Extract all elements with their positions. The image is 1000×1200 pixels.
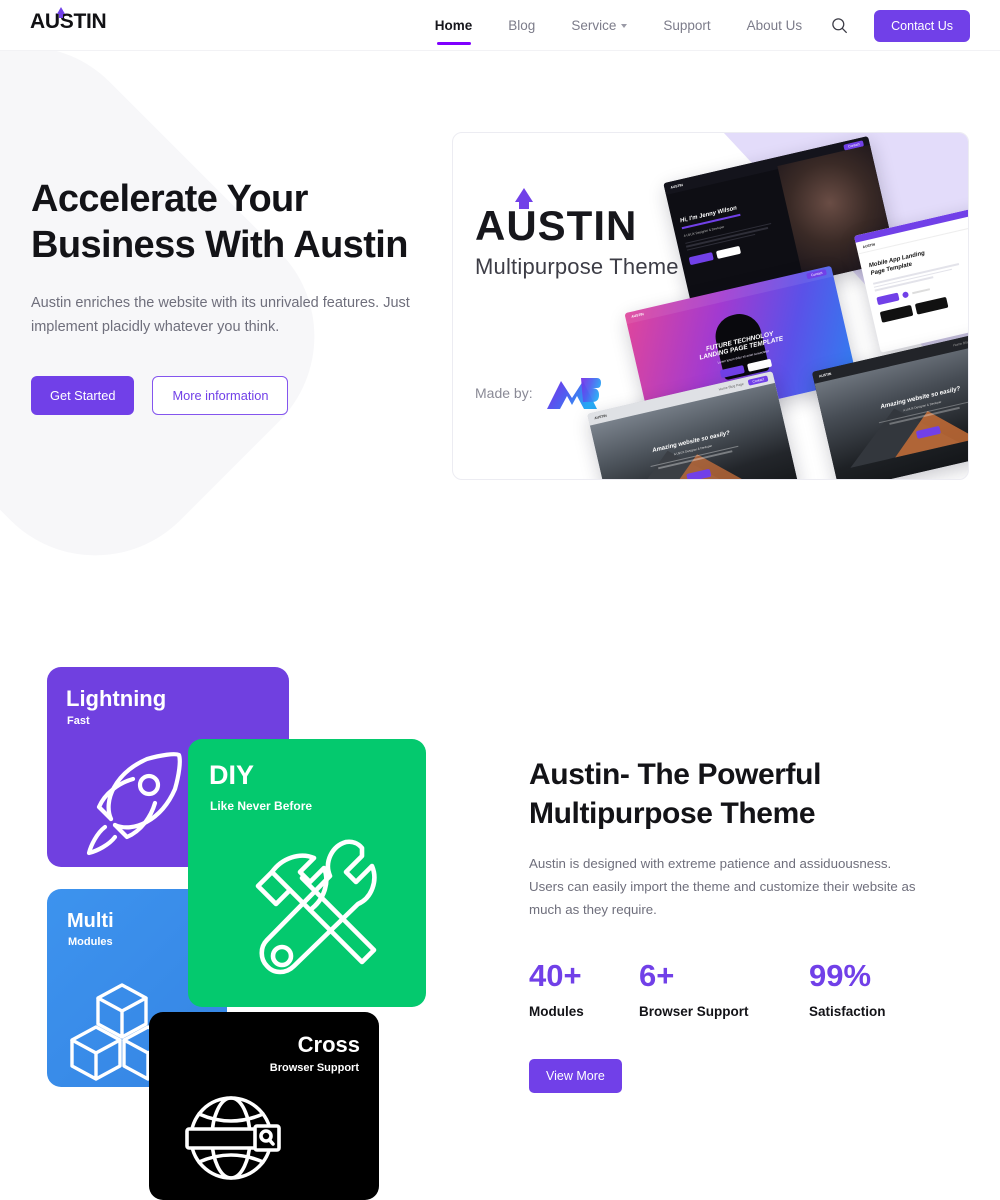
globe-search-icon	[179, 1086, 289, 1196]
promo-made-by: Made by:	[475, 376, 601, 410]
hero-copy: Accelerate Your Business With Austin Aus…	[31, 176, 451, 415]
mb-logo-icon	[546, 378, 601, 409]
features-section: Lightning Fast Multi Modules DIY Like Ne…	[0, 611, 1000, 1200]
rocket-icon	[75, 749, 187, 862]
hero-subtitle: Austin enriches the website with its unr…	[31, 294, 410, 335]
hero-button-group: Get Started More information	[31, 375, 451, 415]
feature-card-lightning-title: Lightning	[66, 686, 167, 711]
nav-item-service-label: Service	[571, 18, 617, 33]
brand-logo[interactable]: AUSTIN	[30, 7, 107, 33]
chevron-down-icon	[621, 24, 628, 28]
contact-us-button[interactable]: Contact Us	[874, 9, 970, 42]
about-title: Austin- The Powerful Multipurpose Theme	[529, 755, 929, 833]
stat-satisfaction: 99% Satisfaction	[809, 960, 886, 1019]
about-title-line2: Multipurpose Theme	[529, 797, 816, 830]
promo-brand-name: AUSTIN	[475, 188, 679, 249]
feature-card-diy-subtitle: Like Never Before	[210, 799, 313, 813]
nav-item-blog[interactable]: Blog	[490, 0, 553, 51]
main-navigation: Home Blog Service Support About Us Conta…	[417, 0, 970, 51]
stats-group: 40+ Modules 6+ Browser Support 99% Satis…	[529, 960, 929, 1019]
search-icon	[831, 18, 847, 34]
search-button[interactable]	[822, 0, 856, 51]
stat-satisfaction-value: 99%	[809, 957, 872, 993]
nav-item-about-us[interactable]: About Us	[729, 0, 821, 51]
nav-item-blog-label: Blog	[508, 18, 536, 33]
feature-card-cross-subtitle: Browser Support	[269, 1062, 359, 1074]
feature-card-lightning-subtitle: Fast	[67, 715, 90, 727]
hammer-wrench-icon	[238, 834, 386, 987]
promo-tagline: Multipurpose Theme	[475, 254, 679, 279]
logo-arrow-icon	[57, 7, 65, 18]
hero-section: Accelerate Your Business With Austin Aus…	[0, 0, 1000, 611]
brand-logo-text: AUSTIN	[30, 10, 107, 33]
feature-card-cross[interactable]: Cross Browser Support	[149, 1012, 379, 1200]
nav-item-home-label: Home	[434, 18, 473, 33]
promo-brand-text: AUSTIN	[475, 202, 638, 249]
feature-card-diy[interactable]: DIY Like Never Before	[188, 739, 426, 1007]
stat-modules: 40+ Modules	[529, 960, 639, 1019]
hero-title-line2: Business With Austin	[31, 224, 408, 267]
nav-item-service[interactable]: Service	[553, 0, 645, 51]
about-title-line1: Austin- The Powerful	[529, 758, 822, 791]
site-header: AUSTIN Home Blog Service Support About U…	[0, 0, 1000, 51]
stat-browser-support: 6+ Browser Support	[639, 960, 809, 1019]
feature-card-cross-title: Cross	[297, 1032, 360, 1057]
stat-modules-value: 40+	[529, 957, 582, 993]
feature-card-diy-title: DIY	[209, 760, 255, 790]
get-started-button[interactable]: Get Started	[31, 375, 135, 415]
view-more-button[interactable]: View More	[529, 1058, 622, 1093]
hero-title-line1: Accelerate Your	[31, 178, 308, 220]
hero-promo-card[interactable]: AUSTIN Multipurpose Theme Made by: AUSTI…	[452, 132, 969, 480]
promo-brand: AUSTIN Multipurpose Theme	[475, 188, 679, 280]
stat-browser-support-value: 6+	[639, 957, 675, 993]
stat-browser-support-label: Browser Support	[639, 1003, 749, 1019]
promo-made-by-label: Made by:	[475, 385, 533, 401]
hero-title: Accelerate Your Business With Austin	[31, 176, 451, 269]
page-root: AUSTIN Home Blog Service Support About U…	[0, 0, 1000, 1200]
about-paragraph: Austin is designed with extreme patience…	[529, 856, 916, 917]
feature-card-multi-title: Multi	[67, 910, 114, 932]
nav-item-home[interactable]: Home	[417, 0, 491, 51]
stat-modules-label: Modules	[529, 1003, 584, 1019]
nav-item-support[interactable]: Support	[645, 0, 728, 51]
nav-item-about-us-label: About Us	[746, 18, 803, 33]
promo-logo-arrow-icon	[515, 188, 533, 209]
stat-satisfaction-label: Satisfaction	[809, 1003, 886, 1019]
more-information-button[interactable]: More information	[152, 375, 289, 415]
feature-card-multi-subtitle: Modules	[68, 936, 113, 948]
nav-item-support-label: Support	[663, 18, 711, 33]
about-section: Austin- The Powerful Multipurpose Theme …	[529, 755, 929, 1093]
